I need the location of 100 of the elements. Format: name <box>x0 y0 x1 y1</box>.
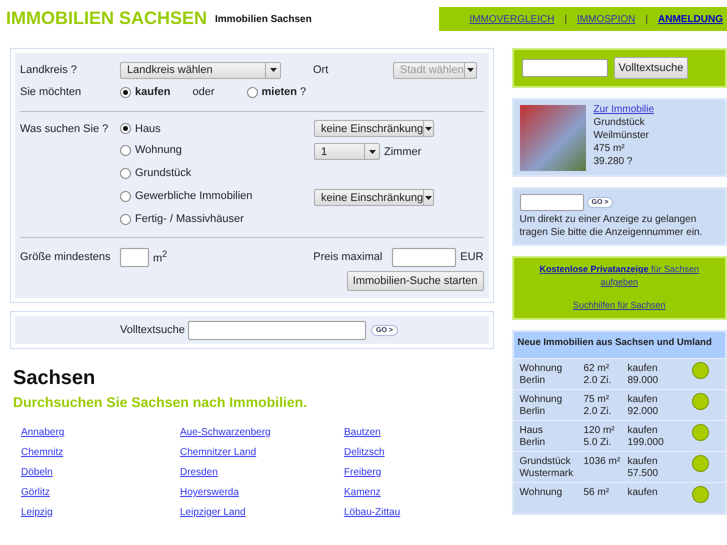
field-label: Größe mindestens <box>20 251 112 263</box>
radio-label[interactable]: Gewerbliche Immobilien <box>135 190 252 202</box>
listing-rooms: 5.0 Zi. <box>584 436 612 448</box>
radio-label[interactable]: mieten ? <box>262 86 306 98</box>
status-dot-icon <box>692 393 708 410</box>
radio-button[interactable] <box>120 190 131 202</box>
radio-label[interactable]: kaufen <box>135 86 170 98</box>
nav-link[interactable]: ANMELDUNG <box>658 14 723 24</box>
listing-area: 75 m² <box>584 394 628 404</box>
unit-label: Zimmer <box>384 146 422 158</box>
dropdown[interactable]: Landkreis wählen <box>120 62 281 78</box>
region-subheading: Durchsuchen Sie Sachsen nach Immobilien. <box>13 394 308 410</box>
district-link[interactable]: Leipzig <box>21 507 53 518</box>
field-label: Sie möchten <box>20 86 82 98</box>
listing-deal: kaufen <box>628 362 659 374</box>
listing-type: Wohnung <box>520 394 564 404</box>
nav-link[interactable]: IMMOSPION <box>577 14 636 24</box>
listing-rooms: 2.0 Zi. <box>584 406 612 416</box>
radio-button[interactable] <box>120 168 131 179</box>
listing-area: 56 m² <box>584 486 628 498</box>
status-dot-icon <box>692 455 708 472</box>
caret-icon <box>425 196 432 200</box>
listing-price: 89.000 <box>628 374 660 386</box>
photo-placeholder <box>520 105 586 171</box>
nav-link[interactable]: IMMOVERGLEICH <box>469 14 554 24</box>
district-link[interactable]: Chemnitzer Land <box>180 447 256 458</box>
field-label: Landkreis ? <box>20 64 78 76</box>
listing-rooms: 2.0 Zi. <box>584 374 612 386</box>
radio-label[interactable]: Grundstück <box>135 167 192 180</box>
fulltext-input[interactable] <box>188 320 366 340</box>
district-link[interactable]: Leipziger Land <box>180 507 246 518</box>
property-detail: 39.280 ? <box>594 155 634 168</box>
district-link[interactable]: Döbeln <box>21 467 53 478</box>
status-dot-icon <box>692 424 708 441</box>
listing-type: Wohnung <box>520 486 564 498</box>
unit-label: EUR <box>460 251 484 263</box>
district-link[interactable]: Aue-Schwarzenberg <box>180 427 271 438</box>
listing-city: Berlin <box>520 374 546 386</box>
radio-label[interactable]: Wohnung <box>135 144 182 156</box>
district-link[interactable]: Dresden <box>180 467 218 478</box>
district-link[interactable]: Görlitz <box>21 487 50 498</box>
ad-number-input[interactable] <box>520 194 584 211</box>
property-detail: Grundstück <box>594 116 646 129</box>
listing-price: 92.000 <box>628 406 660 416</box>
district-link[interactable]: Löbau-Zittau <box>344 507 400 518</box>
unit-label: m$^{2}$ <box>153 249 168 265</box>
radio-button[interactable] <box>120 144 131 156</box>
site-title: IMMOBILIEN SACHSEN <box>6 8 208 29</box>
region-heading: Sachsen <box>13 367 96 390</box>
field-label: Ort <box>313 64 330 76</box>
listing-area: 120 m² <box>584 424 628 436</box>
property-detail: 475 m² <box>594 142 626 155</box>
radio-button[interactable] <box>246 86 258 98</box>
district-link[interactable]: Delitzsch <box>344 447 385 458</box>
dropdown[interactable]: 1 <box>314 143 380 160</box>
site-subtitle: Immobilien Sachsen <box>215 14 312 25</box>
district-link[interactable]: Annaberg <box>21 427 64 438</box>
listing-area: 62 m² <box>584 362 628 374</box>
field-label: Preis maximal <box>313 251 384 263</box>
price-input[interactable] <box>392 248 456 266</box>
field-label: Was suchen Sie ? <box>20 122 110 134</box>
status-dot-icon <box>692 486 708 503</box>
district-link[interactable]: Hoyerswerda <box>180 487 239 498</box>
listing-city: Berlin <box>520 406 546 416</box>
property-detail: Weilmünster <box>594 129 650 142</box>
listing-price: 199.000 <box>628 436 665 448</box>
radio-label[interactable]: Haus <box>135 122 161 135</box>
listing-area: 1036 m² <box>584 456 628 466</box>
listing-deal: kaufen <box>628 424 659 436</box>
district-link[interactable]: Bautzen <box>344 427 381 438</box>
conjunction-text: oder <box>192 86 214 98</box>
caret-icon <box>270 68 276 72</box>
status-dot-icon <box>692 362 708 379</box>
district-link[interactable]: Chemnitz <box>21 447 64 458</box>
dropdown[interactable]: keine Einschränkung <box>314 189 434 206</box>
district-link[interactable]: Freiberg <box>344 467 382 478</box>
caret-icon <box>466 68 474 72</box>
property-link[interactable]: Zur Immobilie <box>594 103 654 116</box>
listings-title: Neue Immobilien aus Sachsen und Umland <box>514 332 725 358</box>
listing-city: Berlin <box>520 436 546 448</box>
listing-type: Haus <box>520 424 544 436</box>
fulltext-input[interactable] <box>522 59 608 77</box>
radio-button[interactable] <box>120 86 131 98</box>
nav-separator: | <box>645 14 648 24</box>
caret-icon <box>425 126 432 130</box>
fulltext-button[interactable]: Volltextsuche <box>614 57 688 79</box>
radio-button[interactable] <box>120 123 131 134</box>
size-input[interactable] <box>120 248 149 266</box>
search-button[interactable]: Immobilien-Suche starten <box>346 271 484 291</box>
help-link[interactable]: Suchhilfen für Sachsen <box>572 300 666 310</box>
field-label: Volltextsuche <box>120 324 186 336</box>
listing-type: Grundstück <box>520 456 572 466</box>
radio-label[interactable]: Fertig- / Massivhäuser <box>135 213 244 226</box>
hint-text: Um direkt zu einer Anzeige zu gelangen tragen Sie bitte die Anzeigennummer ein. <box>520 213 704 239</box>
listing-price: 57.500 <box>628 468 660 478</box>
classified-link[interactable]: Kostenlose Privatanzeige für Sachsen aufgeben <box>522 263 717 289</box>
dropdown[interactable]: keine Einschränkung <box>314 120 434 137</box>
district-link[interactable]: Kamenz <box>344 487 381 498</box>
caret-icon <box>368 150 376 154</box>
radio-button[interactable] <box>120 214 131 225</box>
